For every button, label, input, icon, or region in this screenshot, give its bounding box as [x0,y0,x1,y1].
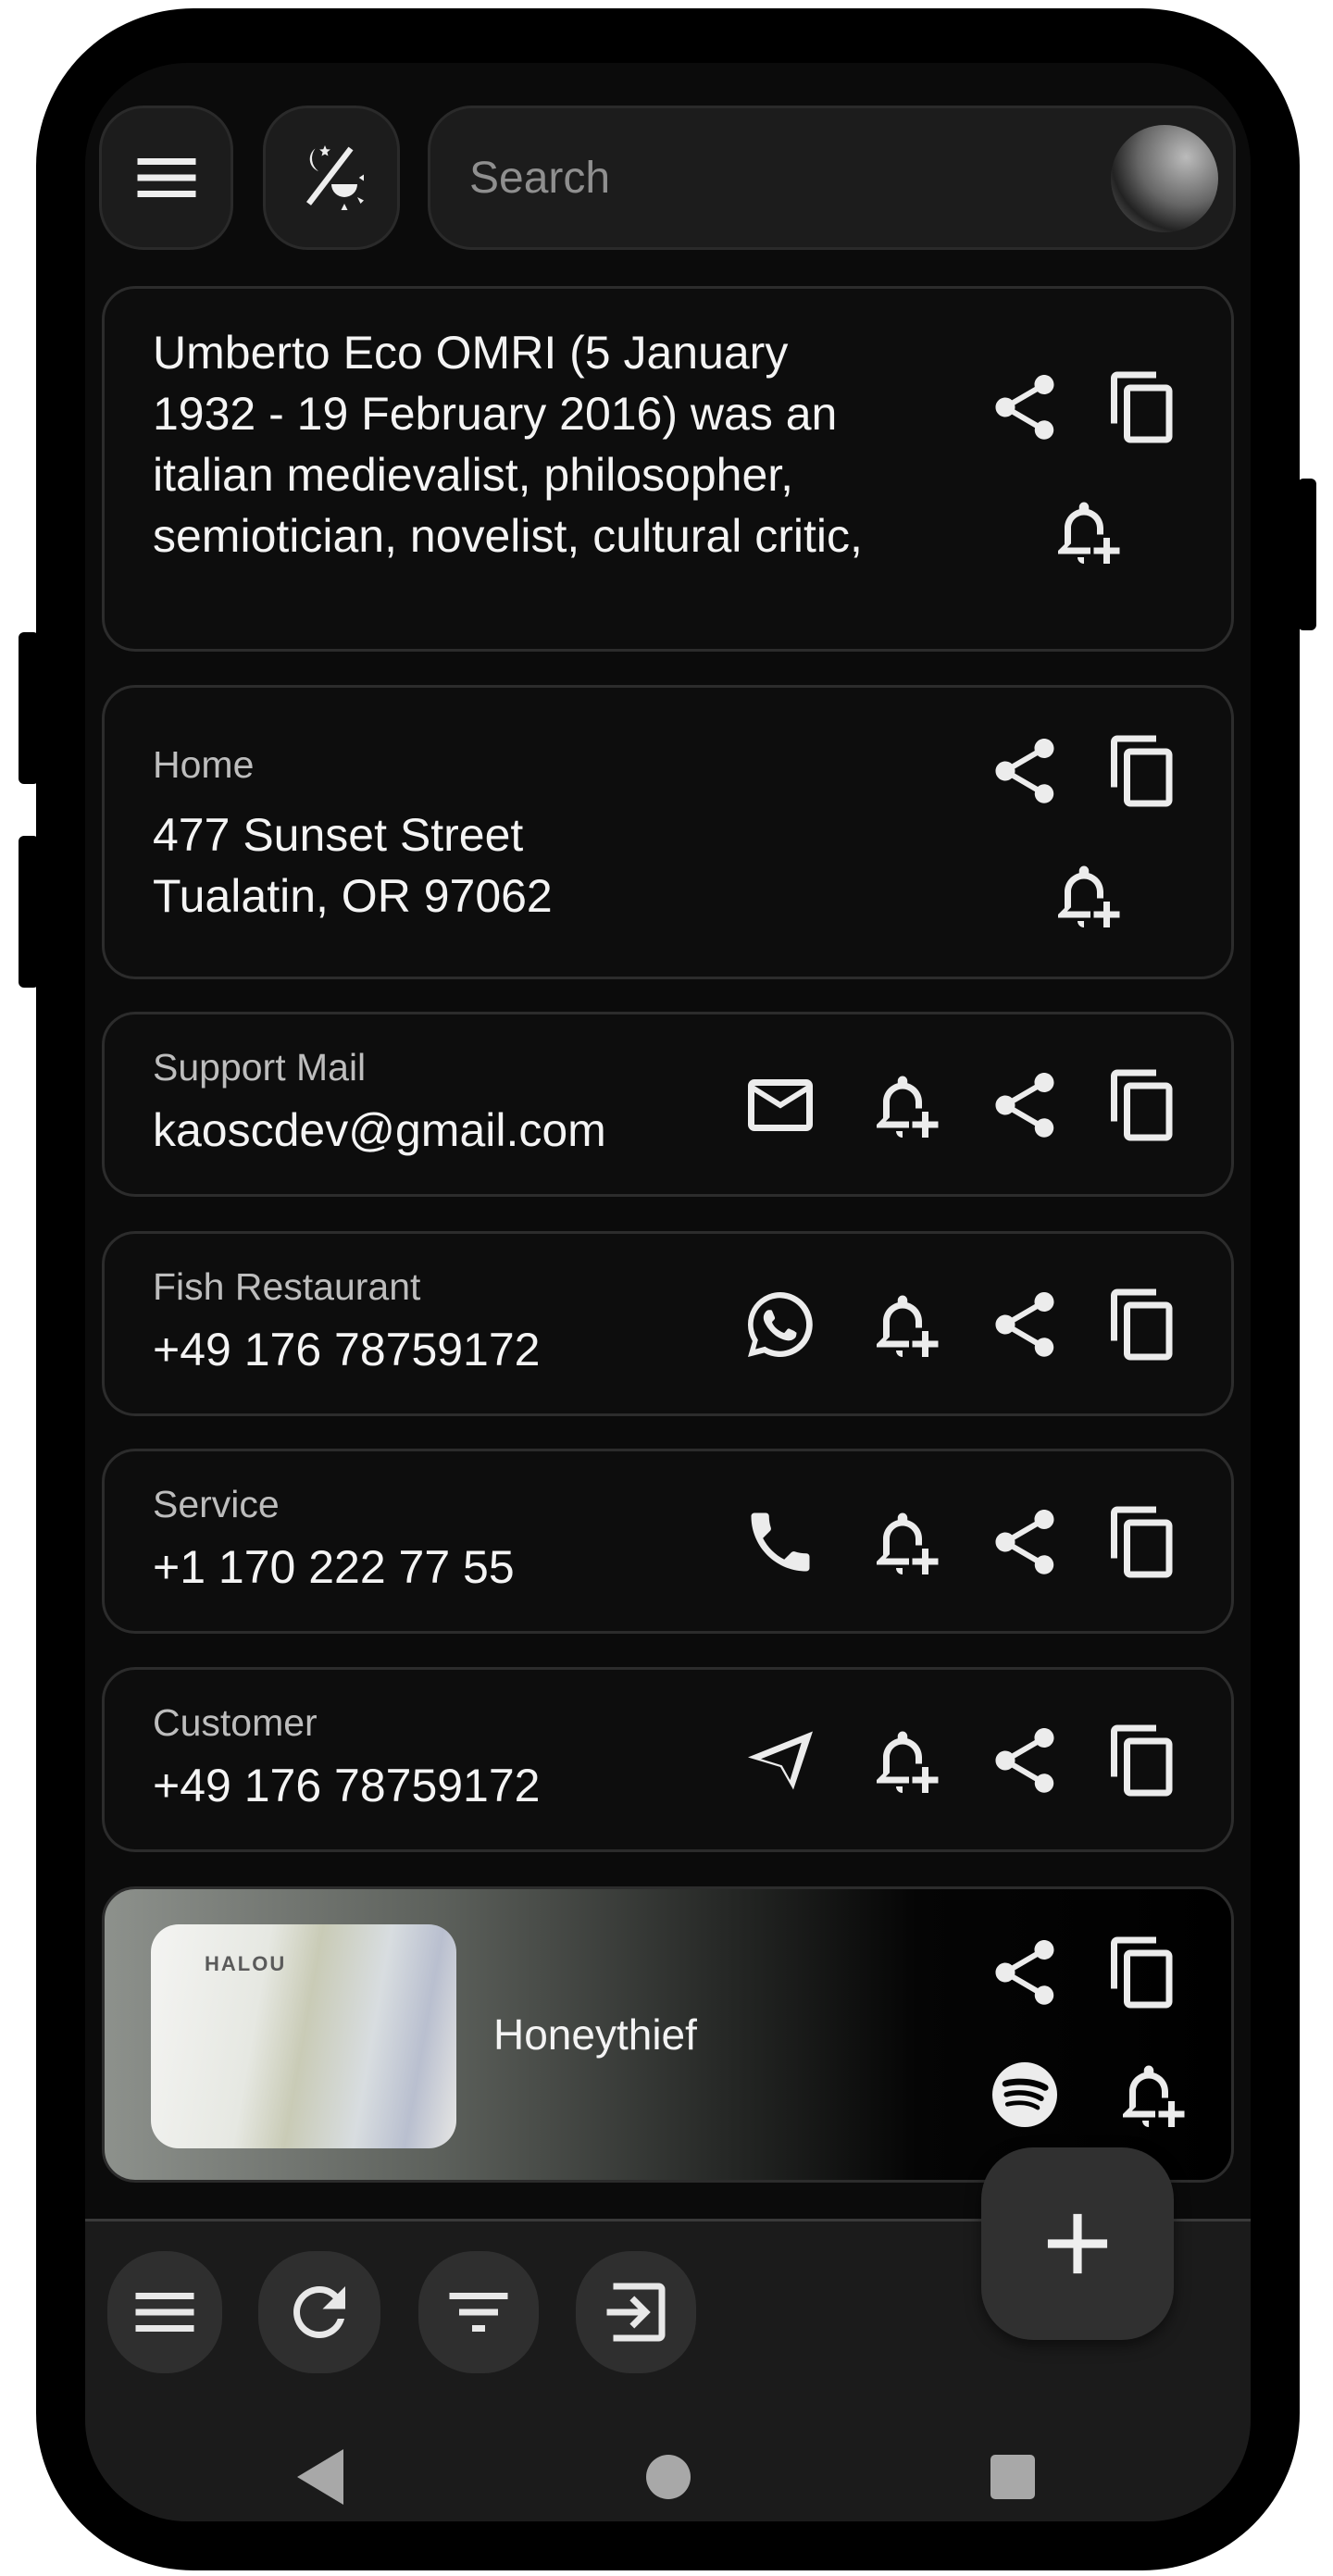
volume-down-button [19,836,39,988]
refresh-button[interactable] [258,2251,380,2373]
copy-icon[interactable] [1104,1722,1182,1799]
copy-icon[interactable] [1104,1286,1182,1363]
note-card[interactable]: Umberto Eco OMRI (5 January 1932 - 19 Fe… [102,286,1234,652]
avatar[interactable] [1111,125,1218,232]
spotify-icon[interactable] [986,2056,1064,2134]
bell-plus-icon[interactable] [1045,856,1123,934]
music-card[interactable]: HALOU Honeythief [102,1886,1234,2183]
share-icon[interactable] [986,1503,1064,1581]
app-screen: Search Umberto Eco OMRI (5 January 1932 … [85,63,1251,2521]
phone-value: +1 170 222 77 55 [153,1541,515,1593]
bell-plus-icon[interactable] [864,1286,941,1363]
mail-icon[interactable] [741,1066,819,1144]
filter-icon [440,2273,517,2351]
whatsapp-card[interactable]: Fish Restaurant +49 176 78759172 [102,1231,1234,1416]
share-icon[interactable] [986,1934,1064,2011]
note-text: Umberto Eco OMRI (5 January 1932 - 19 Fe… [153,327,863,562]
address-label: Home [153,743,255,786]
phone-icon[interactable] [741,1503,819,1581]
copy-icon[interactable] [1104,1934,1182,2011]
nav-back-icon[interactable] [296,2449,344,2505]
whatsapp-icon[interactable] [741,1286,819,1363]
import-icon [597,2273,675,2351]
copy-icon[interactable] [1104,1503,1182,1581]
add-fab[interactable] [981,2147,1174,2340]
refresh-icon [280,2273,358,2351]
add-icon [1027,2193,1128,2295]
copy-icon[interactable] [1104,1066,1182,1144]
volume-up-button [19,632,39,784]
bell-plus-icon[interactable] [864,1066,941,1144]
search-input[interactable]: Search [469,153,610,204]
menu-button[interactable] [107,2251,222,2373]
track-title: Honeythief [493,2010,697,2059]
address-card[interactable]: Home 477 Sunset Street Tualatin, OR 9706… [102,685,1234,979]
copy-icon[interactable] [1104,732,1182,810]
share-icon[interactable] [986,1066,1064,1144]
menu-button[interactable] [99,106,233,250]
email-value: kaoscdev@gmail.com [153,1104,606,1156]
copy-icon[interactable] [1104,368,1182,446]
share-icon[interactable] [986,732,1064,810]
phone-card[interactable]: Service +1 170 222 77 55 [102,1449,1234,1634]
menu-icon [126,2273,204,2351]
search-bar[interactable]: Search [428,106,1236,250]
nav-home-icon[interactable] [646,2455,691,2499]
email-card[interactable]: Support Mail kaoscdev@gmail.com [102,1012,1234,1197]
email-label: Support Mail [153,1046,367,1089]
share-icon[interactable] [986,368,1064,446]
menu-icon [128,139,206,217]
telegram-label: Customer [153,1701,318,1744]
album-art: HALOU [151,1924,456,2148]
album-art-text: HALOU [205,1952,287,1975]
address-line2: Tualatin, OR 97062 [153,870,553,922]
phone-label: Service [153,1483,280,1525]
telegram-card[interactable]: Customer +49 176 78759172 [102,1667,1234,1852]
whatsapp-label: Fish Restaurant [153,1265,421,1308]
address-line1: 477 Sunset Street [153,809,524,861]
filter-button[interactable] [418,2251,539,2373]
share-icon[interactable] [986,1722,1064,1799]
nav-recents-icon[interactable] [990,2455,1035,2499]
power-button [1298,479,1316,630]
telegram-icon[interactable] [741,1722,819,1799]
whatsapp-value: +49 176 78759172 [153,1324,541,1375]
theme-toggle-icon [305,145,364,210]
bell-plus-icon[interactable] [1110,2056,1188,2134]
bell-plus-icon[interactable] [864,1722,941,1799]
share-icon[interactable] [986,1286,1064,1363]
import-button[interactable] [576,2251,696,2373]
telegram-value: +49 176 78759172 [153,1760,541,1811]
theme-toggle-button[interactable] [263,106,400,250]
bell-plus-icon[interactable] [864,1503,941,1581]
bell-plus-icon[interactable] [1045,492,1123,570]
